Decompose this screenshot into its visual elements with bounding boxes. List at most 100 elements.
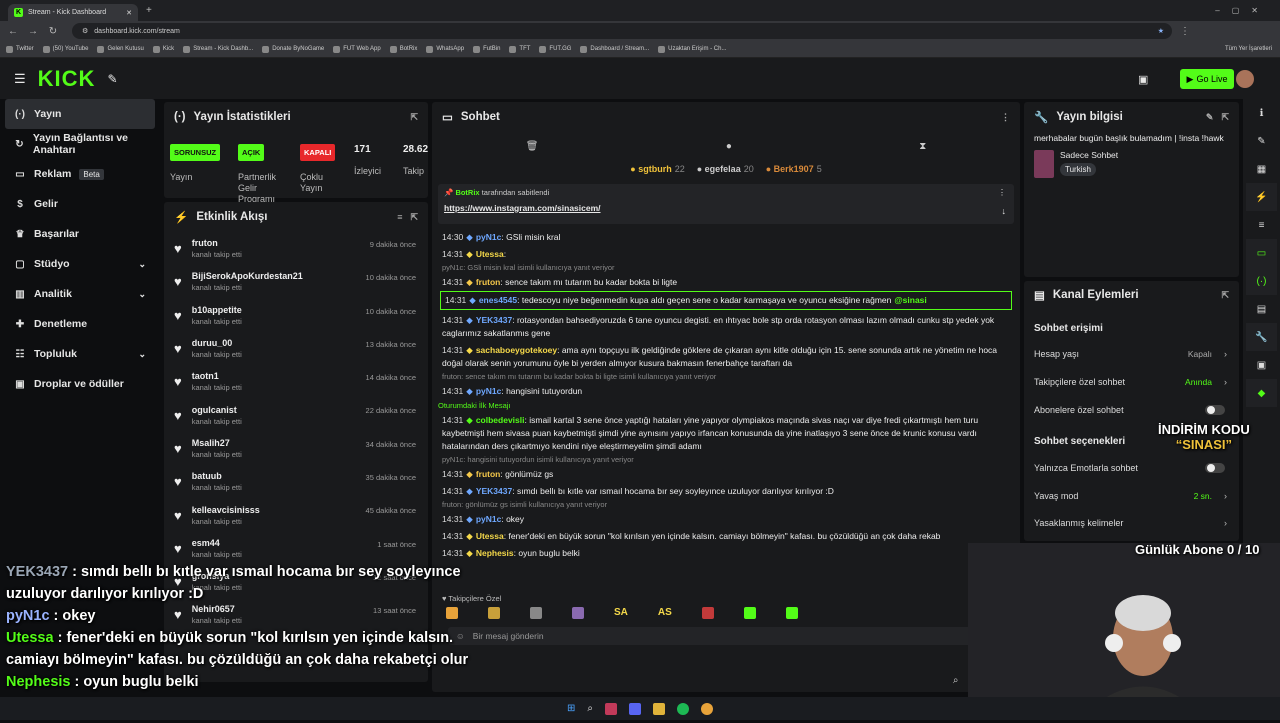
reload-icon[interactable]: ↻ — [46, 26, 60, 37]
emote-icon[interactable] — [488, 607, 500, 619]
emote-icon[interactable] — [701, 607, 714, 619]
top-chatter[interactable]: ● Berk1907 5 — [766, 164, 822, 174]
sidebar-item-9[interactable]: ☷ Topluluk ⌄ — [0, 339, 160, 369]
emote-icon[interactable] — [743, 607, 756, 619]
layout-icon[interactable]: ▤ — [1246, 295, 1277, 323]
expand-icon[interactable]: ↓ — [1002, 206, 1007, 216]
chat-message[interactable]: 14:31 ◆ YEK3437: sımdı bellı bı kıtle var … — [432, 485, 1020, 498]
follower-name[interactable]: BijiSerokApoKurdestan21 — [192, 271, 303, 281]
kick-logo[interactable]: KICK — [38, 66, 96, 92]
popout-icon[interactable]: ⇱ — [410, 212, 418, 223]
window-controls[interactable]: –▢✕ — [1215, 6, 1270, 15]
bookmark-item[interactable]: Gelen Kutusu — [97, 45, 144, 53]
trash-icon[interactable]: 🗑 — [526, 141, 539, 152]
popout-icon[interactable]: ⇱ — [1221, 290, 1229, 301]
follower-name[interactable]: b10appetite — [192, 305, 242, 315]
emote-icon[interactable] — [785, 607, 798, 619]
pencil-icon[interactable]: ✎ — [1246, 127, 1277, 155]
emote[interactable]: SA — [614, 607, 628, 619]
folder-icon[interactable] — [653, 702, 665, 715]
emote[interactable]: AS — [658, 607, 672, 619]
message-username[interactable]: pyN1c — [476, 386, 502, 396]
site-info-icon[interactable]: ⚙ — [82, 27, 88, 35]
hourglass-icon[interactable]: ⧗ — [919, 141, 926, 152]
search-icon[interactable]: ⌕ — [953, 675, 959, 686]
message-username[interactable]: YEK3437 — [476, 486, 512, 496]
follower-name[interactable]: taotn1 — [192, 371, 242, 381]
top-chatter[interactable]: ● egefelaa 20 — [697, 164, 754, 174]
extensions-icon[interactable]: ⋮ — [1178, 26, 1192, 37]
list-icon[interactable]: ≡ — [1246, 211, 1277, 239]
sidebar-item-5[interactable]: ♛ Başarılar — [0, 219, 160, 249]
url-field[interactable]: ⚙ dashboard.kick.com/stream ★ — [72, 23, 1172, 39]
forward-icon[interactable]: → — [26, 26, 40, 37]
chat-message[interactable]: 14:31 ◆ fruton: gönlümüz gs — [432, 468, 1020, 481]
bookmark-item[interactable]: FUT Web App — [333, 45, 381, 53]
popout-icon[interactable]: ⇱ — [410, 112, 418, 123]
bookmark-item[interactable]: Stream - Kick Dashb... — [183, 45, 253, 53]
discord-icon[interactable] — [629, 702, 641, 715]
chat-message[interactable]: 14:31 ◆ colbedevisli: ismail kartal 3 sene… — [432, 414, 1020, 453]
studio-icon[interactable]: ▣ — [1138, 73, 1148, 86]
shield-icon[interactable]: ◆ — [1246, 379, 1277, 407]
sidebar-item-1[interactable]: (·) Yayın — [5, 99, 155, 129]
top-chatter[interactable]: ● sgtburh 22 — [630, 164, 684, 174]
bookmark-item[interactable]: Uzaktan Erişim - Ch... — [658, 45, 726, 53]
chat-message[interactable]: 14:31 ◆ sachaboeygotekoey: ama aynı topçuy… — [432, 344, 1020, 370]
bookmark-item[interactable]: FUT.GG — [539, 45, 571, 53]
subs-only-toggle[interactable] — [1205, 405, 1225, 415]
chat-message[interactable]: 14:30 ◆ pyN1c: GSli misin kral — [432, 231, 1020, 244]
message-username[interactable]: sachaboeygotekoey — [476, 345, 557, 355]
slow-mode-row[interactable]: Yavaş mod 2 sn. › — [1034, 491, 1227, 501]
wrench-icon[interactable]: 🔧 — [1246, 323, 1277, 351]
category-thumbnail[interactable] — [1034, 150, 1054, 178]
sidebar-item-3[interactable]: ▭ Reklam Beta — [0, 159, 160, 189]
bookmark-item[interactable]: BotRix — [389, 45, 417, 53]
browser-tab[interactable]: K Stream - Kick Dashboard ✕ — [8, 4, 138, 21]
filter-icon[interactable]: ≡ — [397, 212, 402, 222]
follower-name[interactable]: esm44 — [192, 538, 242, 548]
message-username[interactable]: fruton — [476, 469, 501, 479]
emote-only-toggle[interactable] — [1205, 463, 1225, 473]
broadcast-icon[interactable]: (·) — [1246, 267, 1277, 295]
bookmark-item[interactable]: Kick — [152, 45, 174, 53]
close-tab-icon[interactable]: ✕ — [126, 9, 132, 17]
message-username[interactable]: colbedevisli — [476, 415, 525, 425]
follower-name[interactable]: duruu_00 — [192, 338, 242, 348]
follower-name[interactable]: fruton — [192, 238, 242, 248]
sidebar-item-4[interactable]: $ Gelir — [0, 189, 160, 219]
go-live-button[interactable]: ▶ Go Live — [1180, 69, 1234, 89]
account-age-row[interactable]: Hesap yaşı Kapalı › — [1034, 349, 1227, 359]
media-icon[interactable]: ▦ — [1246, 155, 1277, 183]
sidebar-item-6[interactable]: ▢ Stüdyo ⌄ — [0, 249, 160, 279]
chat-panel-icon[interactable]: ▭ — [1246, 239, 1277, 267]
chat-message[interactable]: 14:31 ◆ enes4545: tedescoyu niye beğenmedi… — [440, 291, 1012, 310]
pin-icon[interactable]: ✎ — [107, 72, 117, 86]
chat-message[interactable]: 14:31 ◆ pyN1c: okey — [432, 513, 1020, 526]
followers-only-row[interactable]: Takipçilere özel sohbet Anında › — [1034, 377, 1227, 387]
message-username[interactable]: Nephesis — [476, 548, 514, 558]
bookmark-item[interactable]: TFT — [509, 45, 530, 53]
avatar[interactable] — [1236, 70, 1254, 88]
bookmark-item[interactable]: Dashboard / Stream... — [580, 45, 649, 53]
popout-icon[interactable]: ⇱ — [1221, 112, 1229, 123]
chat-message[interactable]: 14:31 ◆ Utessa: — [432, 248, 1020, 261]
sidebar-item-8[interactable]: ✚ Denetleme — [0, 309, 160, 339]
menu-icon[interactable]: ☰ — [14, 71, 26, 87]
windows-start-icon[interactable]: ⊞ — [567, 703, 575, 714]
chat-message[interactable]: 14:31 ◆ fruton: sence takım mı tutarım bu … — [432, 276, 1020, 289]
follower-name[interactable]: kelleavcisinisss — [192, 505, 260, 515]
spotify-icon[interactable] — [677, 702, 689, 715]
message-username[interactable]: pyN1c — [476, 232, 502, 242]
chat-input[interactable]: ☺ Bir mesaj gönderin — [448, 627, 1004, 645]
emote-icon[interactable] — [572, 607, 584, 619]
app-icon-1[interactable] — [605, 702, 617, 715]
chat-message[interactable]: 14:31 ◆ Utessa: fener'deki en büyük sorun … — [432, 530, 1020, 543]
chat-message[interactable]: 14:31 ◆ pyN1c: hangisini tutuyordun — [432, 385, 1020, 398]
message-username[interactable]: Utessa — [476, 531, 504, 541]
follower-name[interactable]: Msalih27 — [192, 438, 242, 448]
sidebar-item-7[interactable]: ▥ Analitik ⌄ — [0, 279, 160, 309]
follower-name[interactable]: ogulcanist — [192, 405, 242, 415]
edit-icon[interactable]: ✎ — [1206, 112, 1214, 123]
bookmark-star-icon[interactable]: ★ — [1158, 27, 1164, 35]
